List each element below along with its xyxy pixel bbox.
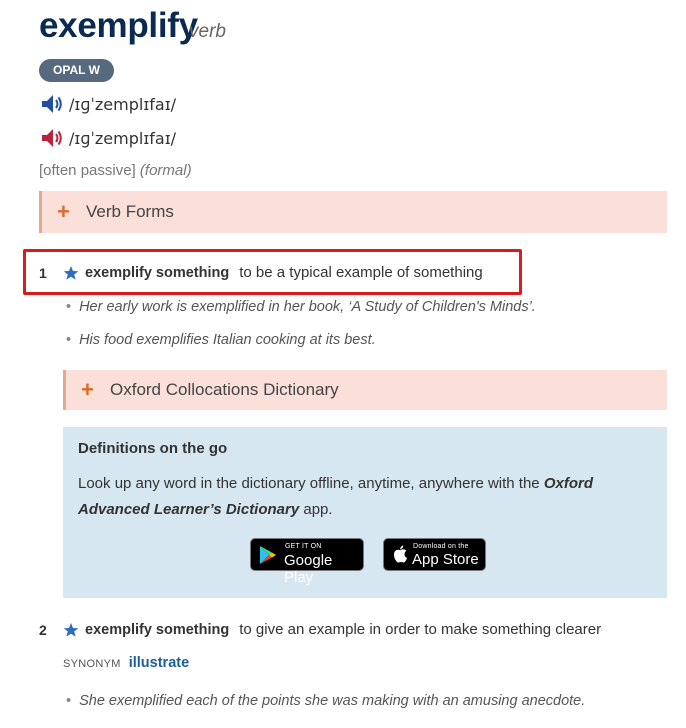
- synonym-label: SYNONYM: [63, 658, 121, 670]
- example: • Her early work is exemplified in her bo…: [66, 299, 536, 315]
- collocations-label: Oxford Collocations Dictionary: [110, 380, 339, 399]
- sense-2: 2 exemplify something to give an example…: [39, 621, 601, 638]
- pronunciation-uk: /ɪɡˈzemplɪfaɪ/: [40, 92, 176, 116]
- google-big-label: Google Play: [284, 552, 333, 586]
- part-of-speech: verb: [189, 21, 226, 42]
- example-text: His food exemplifies Italian cooking at …: [79, 332, 376, 348]
- star-icon: [63, 622, 79, 637]
- usage-labels: [often passive] (formal): [39, 162, 192, 179]
- example-text: Her early work is exemplified in her boo…: [79, 299, 536, 315]
- promo-title: Definitions on the go: [78, 440, 228, 457]
- highlight-box: [23, 249, 522, 295]
- speaker-us-icon[interactable]: [40, 126, 64, 150]
- app-store-button[interactable]: Download on the App Store: [383, 538, 486, 571]
- example: • His food exemplifies Italian cooking at…: [66, 332, 376, 348]
- apple-icon: [394, 545, 407, 563]
- headword: exemplify: [39, 6, 198, 45]
- speaker-uk-icon[interactable]: [40, 92, 64, 116]
- sense-number: 2: [39, 621, 47, 638]
- pronunciation-us: /ɪɡˈzemplɪfaɪ/: [40, 126, 176, 150]
- sense-definition: to give an example in order to make some…: [239, 621, 602, 638]
- apple-small-label: Download on the: [413, 543, 469, 550]
- register-label: (formal): [139, 162, 192, 179]
- grammar-label: [often passive]: [39, 162, 136, 179]
- google-play-button[interactable]: GET IT ON Google Play: [250, 538, 364, 586]
- opal-badge[interactable]: OPAL W: [39, 59, 114, 82]
- collocations-toggle[interactable]: + Oxford Collocations Dictionary: [63, 370, 667, 410]
- sense-cf: exemplify something: [85, 621, 230, 638]
- google-play-icon: [260, 546, 276, 564]
- example: • She exemplified each of the points she …: [66, 693, 586, 709]
- apple-big-label: App Store: [412, 551, 479, 568]
- app-promo: Definitions on the go Look up any word i…: [63, 427, 667, 598]
- synonym: SYNONYM illustrate: [63, 655, 189, 671]
- promo-text: Look up any word in the dictionary offli…: [78, 475, 593, 518]
- plus-icon: +: [57, 199, 70, 224]
- example-text: She exemplified each of the points she w…: [79, 693, 586, 709]
- phonetic-uk: /ɪɡˈzemplɪfaɪ/: [69, 94, 177, 114]
- google-small-label: GET IT ON: [285, 543, 322, 550]
- phonetic-us: /ɪɡˈzemplɪfaɪ/: [69, 128, 177, 148]
- verb-forms-label: Verb Forms: [86, 202, 174, 221]
- verb-forms-toggle[interactable]: + Verb Forms: [39, 191, 667, 233]
- plus-icon: +: [81, 377, 94, 402]
- synonym-link[interactable]: illustrate: [129, 655, 189, 671]
